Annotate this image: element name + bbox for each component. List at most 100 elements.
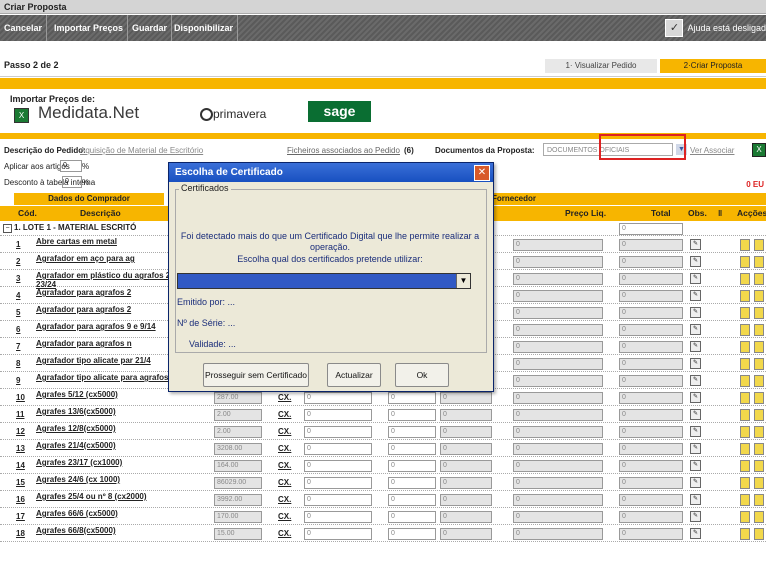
copy-icon[interactable]	[740, 256, 750, 268]
folder-icon[interactable]	[754, 256, 764, 268]
importar-precos-button[interactable]: Importar Preços	[50, 15, 129, 41]
item-code[interactable]: 7	[16, 342, 20, 351]
item-unit[interactable]: CX.	[278, 529, 291, 538]
tab-criar-proposta[interactable]: 2·Criar Proposta	[660, 59, 766, 73]
copy-icon[interactable]	[740, 324, 750, 336]
tab-visualizar-pedido[interactable]: 1· Visualizar Pedido	[545, 59, 657, 73]
item-unit[interactable]: CX.	[278, 495, 291, 504]
obs-icon[interactable]: ✎	[690, 307, 701, 318]
obs-icon[interactable]: ✎	[690, 528, 701, 539]
folder-icon[interactable]	[754, 392, 764, 404]
copy-icon[interactable]	[740, 307, 750, 319]
obs-icon[interactable]: ✎	[690, 426, 701, 437]
item-preco-liq[interactable]: 0	[513, 460, 603, 472]
item-code[interactable]: 14	[16, 461, 25, 470]
item-input-a[interactable]: 0	[304, 392, 372, 404]
folder-icon[interactable]	[754, 358, 764, 370]
obs-icon[interactable]: ✎	[690, 477, 701, 488]
excel-export-icon[interactable]: X	[752, 143, 766, 157]
copy-icon[interactable]	[740, 392, 750, 404]
item-code[interactable]: 1	[16, 240, 20, 249]
item-code[interactable]: 6	[16, 325, 20, 334]
obs-icon[interactable]: ✎	[690, 392, 701, 403]
item-input-b[interactable]: 0	[388, 460, 436, 472]
guardar-button[interactable]: Guardar	[128, 15, 173, 41]
copy-icon[interactable]	[740, 341, 750, 353]
ok-button[interactable]: Ok	[395, 363, 449, 387]
item-input-b[interactable]: 0	[388, 392, 436, 404]
ver-associar-link[interactable]: Ver Associar	[690, 146, 734, 155]
copy-icon[interactable]	[740, 273, 750, 285]
excel-icon[interactable]: X	[14, 108, 29, 123]
copy-icon[interactable]	[740, 443, 750, 455]
item-unit[interactable]: CX.	[278, 427, 291, 436]
folder-icon[interactable]	[754, 443, 764, 455]
medidata-logo[interactable]: Medidata.Net	[38, 103, 139, 123]
item-preco-liq[interactable]: 0	[513, 273, 603, 285]
obs-icon[interactable]: ✎	[690, 511, 701, 522]
copy-icon[interactable]	[740, 511, 750, 523]
item-preco-liq[interactable]: 0	[513, 528, 603, 540]
item-preco-liq[interactable]: 0	[513, 256, 603, 268]
item-input-a[interactable]: 0	[304, 528, 372, 540]
folder-icon[interactable]	[754, 409, 764, 421]
obs-icon[interactable]: ✎	[690, 460, 701, 471]
folder-icon[interactable]	[754, 477, 764, 489]
item-unit[interactable]: CX.	[278, 512, 291, 521]
folder-icon[interactable]	[754, 511, 764, 523]
item-unit[interactable]: CX.	[278, 410, 291, 419]
prosseguir-sem-certificado-button[interactable]: Prosseguir sem Certificado	[203, 363, 309, 387]
item-unit[interactable]: CX.	[278, 393, 291, 402]
obs-icon[interactable]: ✎	[690, 375, 701, 386]
primavera-logo[interactable]: primavera	[213, 107, 266, 121]
desconto-input[interactable]: 0	[62, 176, 82, 188]
folder-icon[interactable]	[754, 341, 764, 353]
item-unit[interactable]: CX.	[278, 444, 291, 453]
item-preco-liq[interactable]: 0	[513, 392, 603, 404]
obs-icon[interactable]: ✎	[690, 358, 701, 369]
item-description[interactable]: Agrafes 66/6 (cx5000)	[36, 509, 196, 518]
folder-icon[interactable]	[754, 494, 764, 506]
item-preco-liq[interactable]: 0	[513, 477, 603, 489]
item-preco-liq[interactable]: 0	[513, 409, 603, 421]
copy-icon[interactable]	[740, 426, 750, 438]
item-code[interactable]: 17	[16, 512, 25, 521]
item-input-b[interactable]: 0	[388, 494, 436, 506]
obs-icon[interactable]: ✎	[690, 256, 701, 267]
chevron-down-icon[interactable]: ▼	[456, 274, 470, 288]
obs-icon[interactable]: ✎	[690, 324, 701, 335]
item-preco-liq[interactable]: 0	[513, 239, 603, 251]
folder-icon[interactable]	[754, 324, 764, 336]
copy-icon[interactable]	[740, 290, 750, 302]
item-input-a[interactable]: 0	[304, 426, 372, 438]
item-code[interactable]: 11	[16, 410, 24, 419]
item-input-b[interactable]: 0	[388, 528, 436, 540]
item-input-b[interactable]: 0	[388, 409, 436, 421]
obs-icon[interactable]: ✎	[690, 290, 701, 301]
copy-icon[interactable]	[740, 239, 750, 251]
item-description[interactable]: Agrafes 12/8(cx5000)	[36, 424, 196, 433]
help-toggle[interactable]: ✓ Ajuda está desligad	[665, 19, 766, 37]
item-preco-liq[interactable]: 0	[513, 511, 603, 523]
copy-icon[interactable]	[740, 477, 750, 489]
copy-icon[interactable]	[740, 460, 750, 472]
item-preco-liq[interactable]: 0	[513, 443, 603, 455]
desc-link[interactable]: Aquisição de Material de Escritório	[80, 146, 203, 155]
folder-icon[interactable]	[754, 375, 764, 387]
item-preco-liq[interactable]: 0	[513, 341, 603, 353]
item-description[interactable]: Agrafes 13/6(cx5000)	[36, 407, 196, 416]
item-input-b[interactable]: 0	[388, 426, 436, 438]
item-description[interactable]: Agrafes 23/17 (cx1000)	[36, 458, 196, 467]
item-description[interactable]: Agrafes 66/8(cx5000)	[36, 526, 196, 535]
item-preco-liq[interactable]: 0	[513, 324, 603, 336]
obs-icon[interactable]: ✎	[690, 273, 701, 284]
obs-icon[interactable]: ✎	[690, 494, 701, 505]
item-input-a[interactable]: 0	[304, 409, 372, 421]
certificate-select[interactable]: ▼	[177, 273, 471, 289]
item-code[interactable]: 12	[16, 427, 25, 436]
folder-icon[interactable]	[754, 528, 764, 540]
copy-icon[interactable]	[740, 358, 750, 370]
item-input-a[interactable]: 0	[304, 477, 372, 489]
obs-icon[interactable]: ✎	[690, 341, 701, 352]
item-preco-liq[interactable]: 0	[513, 426, 603, 438]
